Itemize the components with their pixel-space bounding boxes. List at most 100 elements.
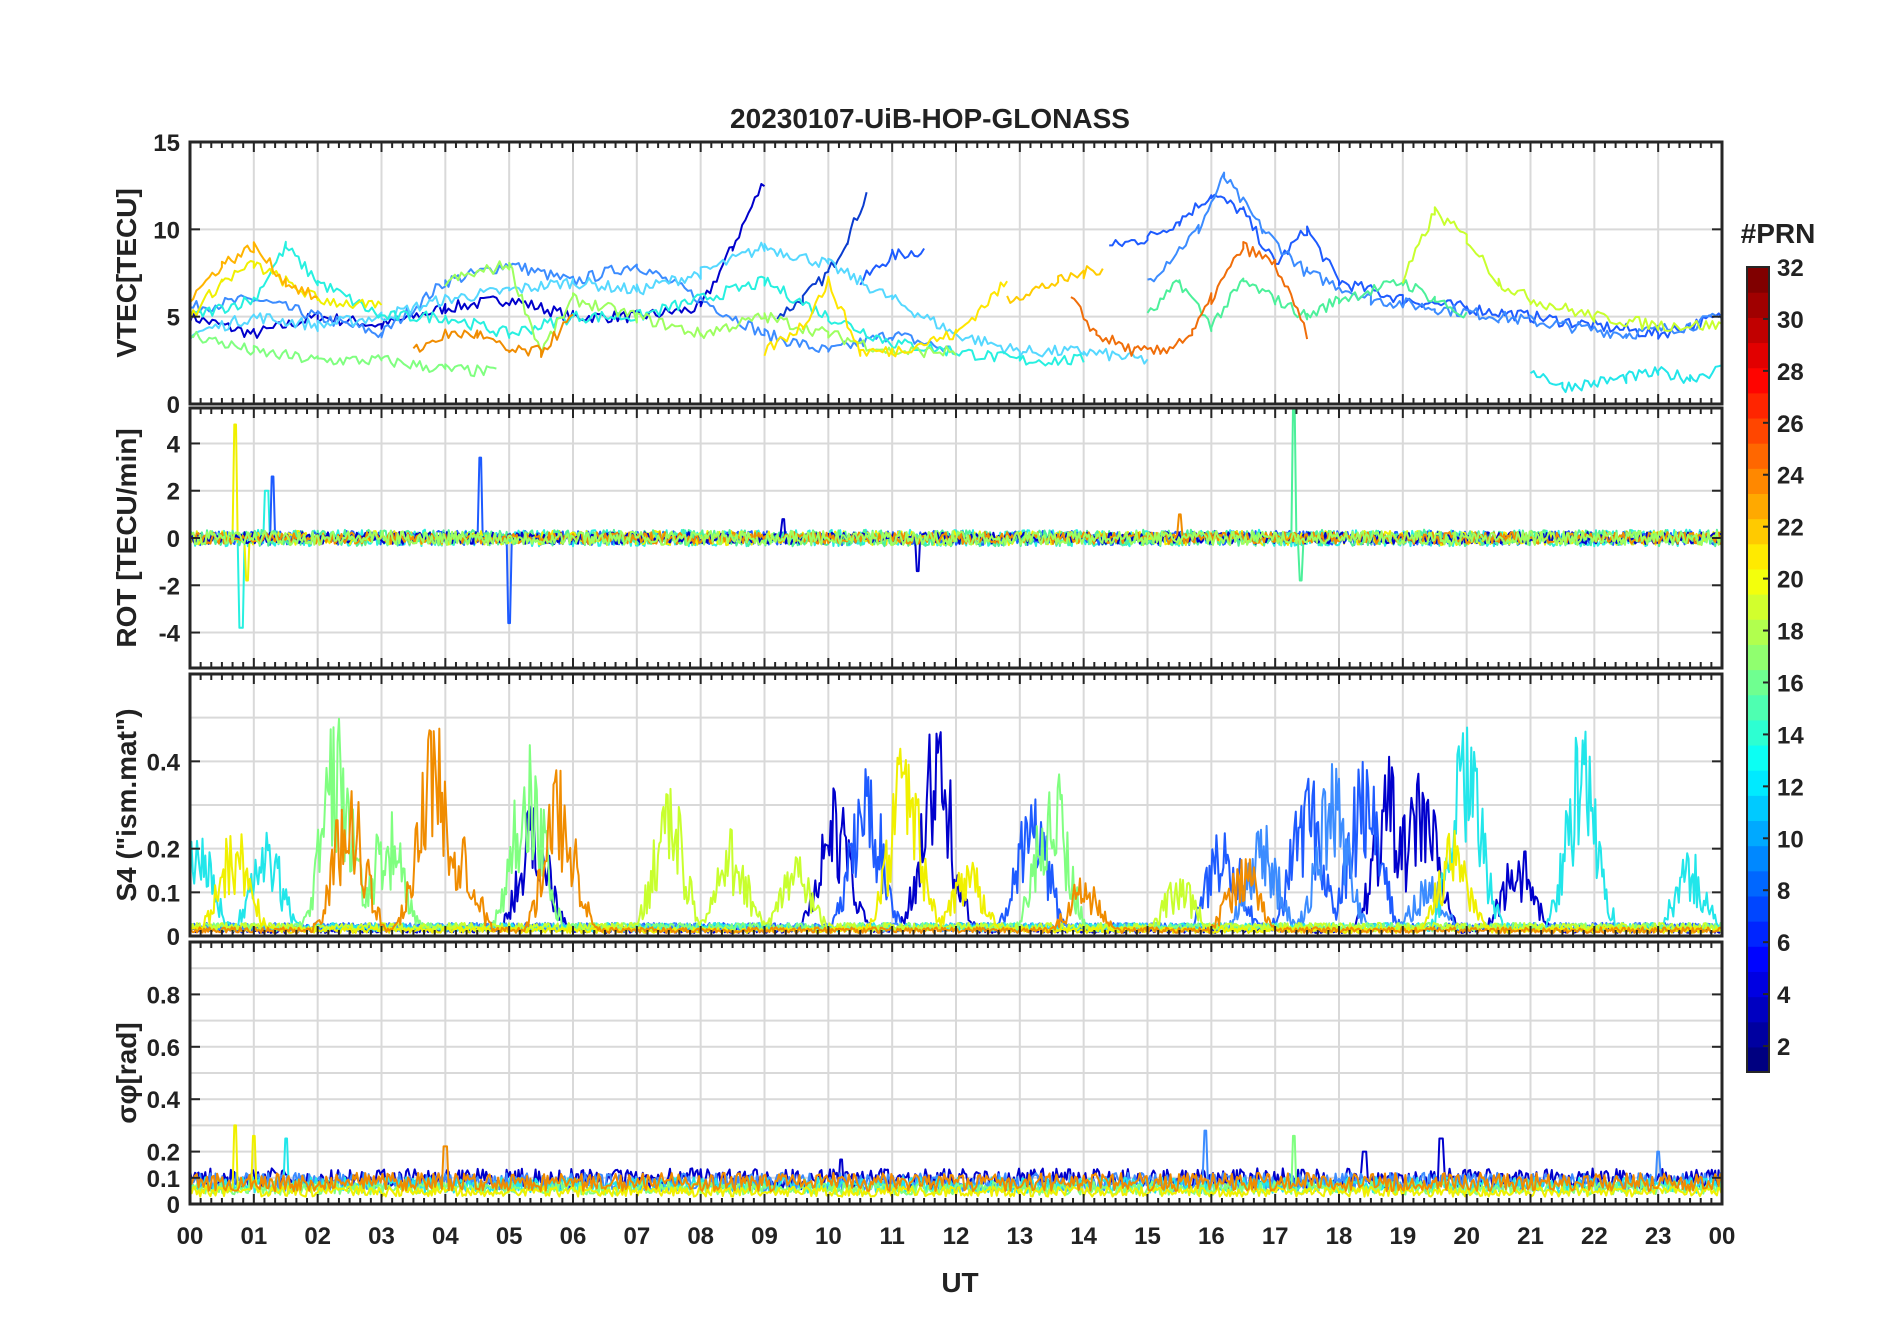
x-tick-label: 00 [1709,1223,1736,1250]
colorbar-segment [1747,443,1769,469]
colorbar-tick-label: 14 [1777,722,1804,749]
series-line-vtec-18 [1070,241,1309,357]
x-tick-label: 15 [1134,1223,1161,1250]
colorbar-tick-label: 10 [1777,826,1804,853]
x-tick-label: 19 [1389,1223,1416,1250]
x-tick-label: 07 [623,1223,650,1250]
x-tick-label: 01 [240,1223,267,1250]
y-tick-label: -2 [159,573,180,600]
colorbar-tick-label: 24 [1777,463,1804,490]
series-line-vtec-5 [1147,171,1722,340]
x-tick-label: 23 [1645,1223,1672,1250]
series-line-vtec-6 [190,241,1149,365]
colorbar-tick-label: 20 [1777,567,1804,594]
x-tick-label: 09 [751,1223,778,1250]
x-tick-label: 06 [560,1223,587,1250]
colorbar-segment [1747,770,1769,796]
y-tick-label: 0 [167,924,180,951]
y-tick-label: 0.4 [147,1087,181,1114]
x-tick-label: 12 [943,1223,970,1250]
x-tick-label: 16 [1198,1223,1225,1250]
colorbar-segment [1747,795,1769,822]
colorbar: 2468101214161820222426283032 [1746,255,1804,1073]
colorbar-segment [1747,518,1769,545]
colorbar-segment [1747,543,1769,570]
colorbar-segment [1747,417,1769,444]
x-tick-label: 08 [687,1223,714,1250]
colorbar-tick-label: 16 [1777,670,1804,697]
colorbar-tick-label: 4 [1777,982,1791,1009]
x-tick-label: 02 [304,1223,331,1250]
x-tick-label: 05 [496,1223,523,1250]
y-tick-label: 0.8 [147,982,180,1009]
x-tick-label: 14 [1070,1223,1097,1250]
panel-vtec: 0 5 10 15 VTEC[TECU] [111,130,1724,419]
colorbar-tick-label: 8 [1777,878,1790,905]
colorbar-segment [1747,820,1769,847]
y-tick-label: 10 [153,217,180,244]
series-line-vtec-15 [1006,265,1104,304]
x-tick-label: 00 [177,1223,204,1250]
y-tick-label: 2 [167,479,180,506]
colorbar-segment [1747,317,1769,344]
y-tick-label: 5 [167,305,180,332]
colorbar-tick-label: 28 [1777,359,1804,386]
x-tick-label: 11 [879,1223,904,1250]
colorbar-tick-label: 32 [1777,255,1804,282]
colorbar-segment [1747,644,1769,671]
y-tick-label: 0 [167,1192,180,1219]
panel-sigma_phi: 00.10.2 0.4 0.6 0.8σφ[rad] [111,940,1724,1219]
y-tick-label: 0.2 [147,1140,180,1167]
colorbar-tick-label: 30 [1777,307,1804,334]
colorbar-segment [1747,1021,1769,1048]
x-tick-label: 13 [1006,1223,1033,1250]
x-tick-label: 21 [1517,1223,1544,1250]
x-tick-label: 20 [1453,1223,1480,1250]
y-tick-label: 15 [153,130,180,157]
panels: 051015VTEC[TECU]-4-2024ROT [TECU/min]00.… [111,130,1735,1250]
colorbar-segment [1747,1046,1769,1073]
colorbar-segment [1747,744,1769,771]
y-tick-label: 0 [167,392,180,419]
x-tick-label: 22 [1581,1223,1608,1250]
series-line-vtec-9 [190,330,497,378]
colorbar-tick-label: 2 [1777,1034,1790,1061]
x-tick-label: 10 [815,1223,842,1250]
colorbar-tick-label: 18 [1777,619,1804,646]
chart-title: 20230107-UiB-HOP-GLONASS [730,103,1130,134]
colorbar-segment [1747,719,1769,746]
series-line-vtec-13 [190,260,383,321]
figure: 20230107-UiB-HOP-GLONASS 051015VTEC[TECU… [111,103,1816,1298]
y-tick-label: 0.6 [147,1035,180,1062]
colorbar-segment [1747,392,1769,419]
colorbar-segment [1747,568,1769,595]
y-tick-label: -4 [159,621,181,648]
colorbar-segment [1747,292,1769,318]
y-tick-label: 4 [167,431,181,458]
colorbar-segment [1747,594,1769,620]
y-tick-label: 0.1 [147,880,180,907]
colorbar-segment [1747,468,1769,495]
colorbar-segment [1747,694,1769,721]
colorbar-segment [1747,619,1769,645]
series-line-vtec-1 [776,192,868,320]
colorbar-segment [1747,870,1769,897]
x-tick-label: 04 [432,1223,459,1250]
series-line-vtec-8 [1529,364,1722,394]
y-axis-label-vtec: VTEC[TECU] [111,188,142,358]
y-axis-label-rot: ROT [TECU/min] [111,428,142,647]
colorbar-tick-label: 6 [1777,930,1790,957]
colorbar-segment [1747,895,1769,922]
colorbar-segment [1747,267,1769,293]
x-tick-label: 17 [1262,1223,1289,1250]
colorbar-tick-label: 12 [1777,774,1804,801]
y-axis-label-s4: S4 ("ism.mat") [111,708,142,901]
y-tick-label: 0 [167,526,180,553]
colorbar-label: #PRN [1741,218,1816,249]
colorbar-tick-label: 22 [1777,515,1804,542]
panel-rot: -4 -2 0 2 4 ROT [TECU/min] [111,406,1724,670]
colorbar-segment [1747,342,1769,369]
colorbar-segment [1747,493,1769,520]
y-axis-label-sigma_phi: σφ[rad] [111,1022,142,1123]
y-tick-label: 0.2 [147,837,180,864]
